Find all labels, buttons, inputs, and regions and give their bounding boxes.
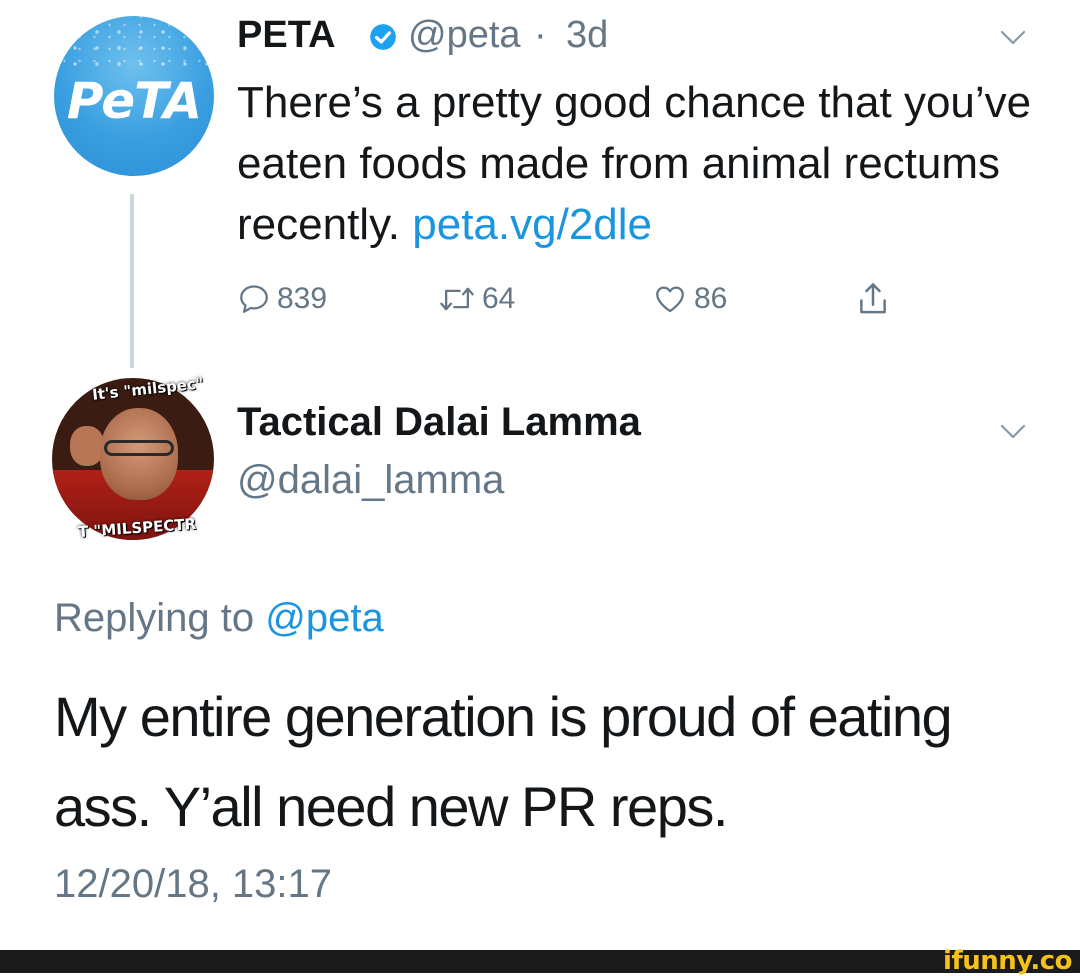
ifunny-watermark: ifunny.co xyxy=(943,946,1072,976)
tweet-text: There’s a pretty good chance that you’ve… xyxy=(237,72,1037,255)
like-button[interactable]: 86 xyxy=(652,274,727,324)
footer-bar xyxy=(0,950,1080,973)
replying-to: Replying to @peta xyxy=(54,596,384,641)
share-icon xyxy=(860,283,886,314)
heart-icon xyxy=(656,286,684,313)
author-handle[interactable]: @peta xyxy=(408,14,521,57)
replying-to-mention[interactable]: @peta xyxy=(265,596,383,640)
chevron-down-icon[interactable] xyxy=(1000,30,1026,46)
chevron-down-icon[interactable] xyxy=(1000,424,1026,440)
retweet-count: 64 xyxy=(482,282,516,315)
avatar-hand xyxy=(70,426,104,466)
peta-avatar[interactable]: PeTA xyxy=(54,16,214,176)
reply-text: My entire generation is proud of eating … xyxy=(54,685,953,838)
reply-author-name[interactable]: Tactical Dalai Lamma xyxy=(237,400,641,445)
retweet-button[interactable]: 64 xyxy=(438,274,515,324)
tweet-link[interactable]: peta.vg/2dle xyxy=(412,200,652,249)
reply-button[interactable]: 839 xyxy=(237,274,327,324)
avatar-snow-pattern xyxy=(54,16,214,71)
meta-separator: · xyxy=(534,14,547,56)
verified-badge-icon xyxy=(370,24,396,50)
share-button[interactable] xyxy=(857,274,889,324)
peta-logo-text: PeTA xyxy=(66,72,202,130)
avatar-glasses xyxy=(104,440,174,456)
reply-author-handle[interactable]: @dalai_lamma xyxy=(237,458,504,503)
reply-icon xyxy=(240,285,268,313)
replying-to-label: Replying to xyxy=(54,596,255,640)
thread-connector-line xyxy=(130,194,134,368)
retweet-icon xyxy=(440,287,474,311)
reply-count: 839 xyxy=(277,282,328,315)
tweet-relative-time[interactable]: 3d xyxy=(566,14,608,57)
reply-timestamp[interactable]: 12/20/18, 13:17 xyxy=(54,862,332,907)
author-name[interactable]: PETA xyxy=(237,14,336,57)
like-count: 86 xyxy=(694,282,728,315)
